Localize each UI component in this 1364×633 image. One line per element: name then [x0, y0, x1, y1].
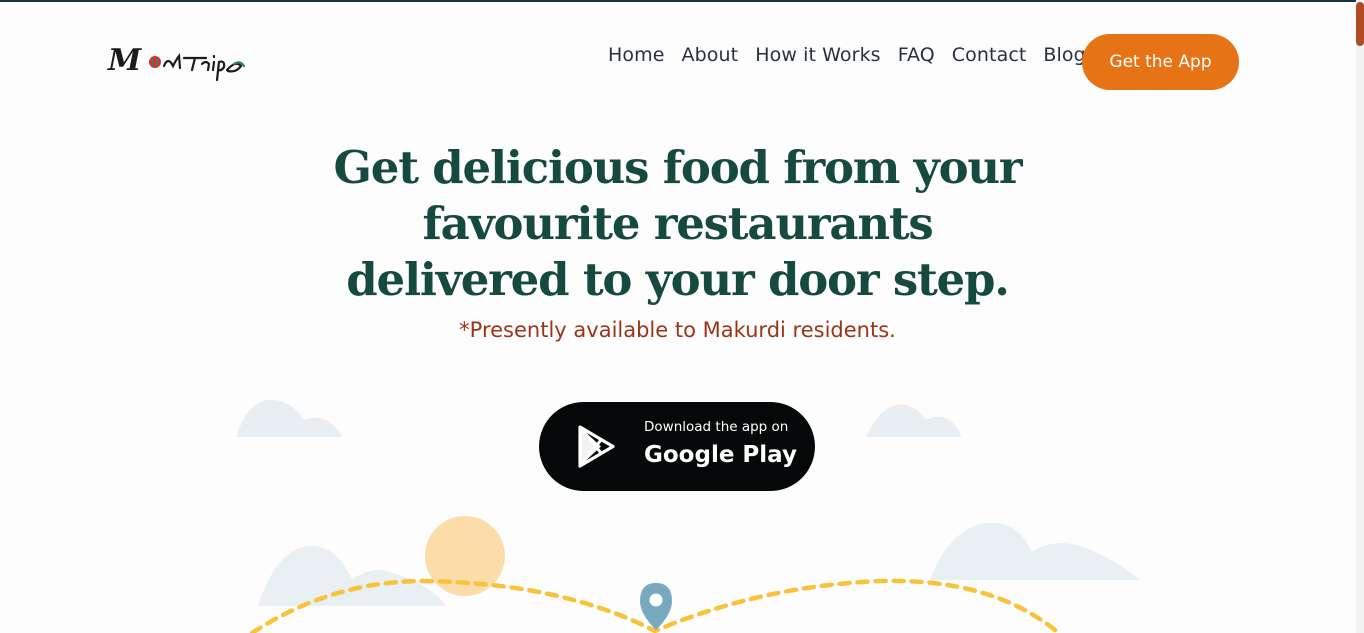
cloud-left-upper — [236, 399, 342, 437]
hero-illustration — [236, 399, 1140, 633]
cloud-right-upper — [866, 404, 961, 437]
google-play-icon — [578, 425, 615, 468]
top-border — [0, 0, 1364, 2]
google-play-download-button[interactable]: Download the app on Google Play — [539, 402, 815, 491]
download-caption: Download the app on — [644, 419, 789, 435]
sun-circle — [425, 516, 505, 596]
hero-title-line-1: Get delicious food from your — [333, 141, 1023, 194]
delivery-route — [249, 578, 1058, 633]
nav-contact[interactable]: Contact — [952, 44, 1027, 66]
logo-script-trail — [162, 53, 243, 82]
map-pin-icon — [640, 583, 672, 630]
hero-title: Get delicious food from your favourite r… — [300, 140, 1055, 308]
brand-logo-mark: M — [107, 43, 246, 82]
nav-about[interactable]: About — [682, 44, 739, 66]
scrollbar[interactable] — [1356, 0, 1364, 633]
nav-faq[interactable]: FAQ — [898, 44, 935, 66]
hero-title-line-3: delivered to your door step. — [346, 253, 1010, 306]
nav-how-it-works[interactable]: How it Works — [755, 44, 880, 66]
main-nav: Home About How it Works FAQ Contact Blog — [608, 44, 1086, 66]
brand-logo[interactable]: M — [106, 40, 248, 86]
scrollbar-thumb[interactable] — [1356, 2, 1364, 46]
cloud-right-lower — [930, 522, 1140, 580]
logo-plate-icon — [149, 56, 161, 68]
availability-note: *Presently available to Makurdi resident… — [459, 318, 896, 342]
logo-letter-m: M — [107, 43, 142, 78]
hero-title-line-2: favourite restaurants — [422, 197, 933, 250]
cloud-left-lower — [258, 545, 446, 606]
store-name: Google Play — [644, 442, 797, 468]
nav-blog[interactable]: Blog — [1043, 44, 1085, 66]
nav-home[interactable]: Home — [608, 44, 665, 66]
get-the-app-button[interactable]: Get the App — [1082, 34, 1239, 90]
